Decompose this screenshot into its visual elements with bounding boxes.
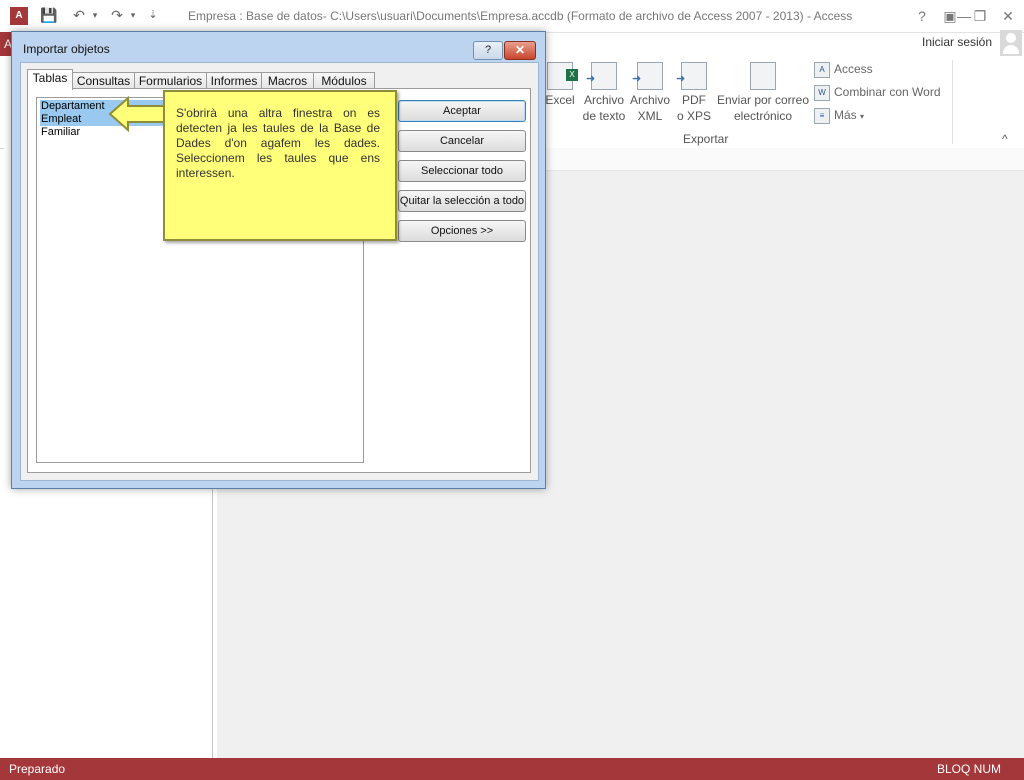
num-lock-indicator: BLOQ NUM <box>937 762 1002 776</box>
options-button[interactable]: Opciones >> <box>398 220 526 242</box>
status-text: Preparado <box>9 762 66 776</box>
export-email-label-2: electrónico <box>733 109 793 123</box>
dialog-title: Importar objetos <box>23 42 110 56</box>
tab-formularios[interactable]: Formularios <box>134 72 207 89</box>
dialog-close-button[interactable]: ✕ <box>504 41 536 60</box>
export-xml-label-1: Archivo <box>629 93 670 107</box>
text-file-icon: ➜ <box>586 62 617 90</box>
ribbon-separator <box>952 60 953 144</box>
export-text-label-1: Archivo <box>583 93 624 107</box>
access-logo-icon: A <box>10 7 28 25</box>
close-window-button[interactable]: ✕ <box>994 4 1022 28</box>
word-merge-icon: W <box>814 85 830 101</box>
redo-dropdown-icon[interactable]: ▾ <box>124 6 142 24</box>
export-group-label: Exportar <box>683 132 729 146</box>
access-db-icon: A <box>814 62 830 78</box>
deselect-all-button[interactable]: Quitar la selección a todo <box>398 190 526 212</box>
export-access-label: Access <box>834 62 873 77</box>
export-pdf-label-2: o XPS <box>676 109 712 123</box>
select-all-button[interactable]: Seleccionar todo <box>398 160 526 182</box>
accept-button[interactable]: Aceptar <box>398 100 526 122</box>
export-excel-label: Excel <box>545 93 575 107</box>
export-text-label-2: de texto <box>582 109 626 123</box>
export-text-file-button[interactable]: ➜ Archivo de texto <box>580 62 628 124</box>
pdf-icon: ➜ <box>676 62 707 90</box>
tab-consultas[interactable]: Consultas <box>72 72 135 89</box>
callout-arrow-icon <box>108 96 167 132</box>
export-access-button[interactable]: A Access <box>814 62 873 78</box>
signin-link[interactable]: Iniciar sesión <box>922 35 992 49</box>
collapse-ribbon-icon[interactable]: ^ <box>1002 132 1008 146</box>
avatar-body-icon <box>1003 45 1019 54</box>
tab-macros[interactable]: Macros <box>261 72 314 89</box>
more-dropdown-icon: ▾ <box>860 112 865 122</box>
cancel-button[interactable]: Cancelar <box>398 130 526 152</box>
tab-informes[interactable]: Informes <box>206 72 262 89</box>
export-email-button[interactable]: Enviar por correo electrónico <box>716 62 810 124</box>
more-label: Más <box>834 108 857 123</box>
merge-word-label: Combinar con Word <box>834 85 941 100</box>
export-excel-button[interactable]: X Excel <box>540 62 580 108</box>
help-button[interactable]: ? <box>908 4 936 28</box>
avatar-head-icon <box>1006 33 1016 43</box>
excel-icon: X <box>547 62 578 90</box>
export-xml-button[interactable]: ➜ Archivo XML <box>628 62 672 124</box>
tutorial-callout: S'obrirà una altra finestra on es detect… <box>163 90 397 241</box>
email-attachment-icon <box>750 62 776 90</box>
xml-file-icon: ➜ <box>632 62 663 90</box>
export-xml-label-2: XML <box>637 109 663 123</box>
window-title: Empresa : Base de datos- C:\Users\usuari… <box>188 9 853 23</box>
callout-text: S'obrirà una altra finestra on es detect… <box>176 106 380 180</box>
export-pdf-label-1: PDF <box>682 93 706 107</box>
more-icon: ≡ <box>814 108 830 124</box>
merge-word-button[interactable]: W Combinar con Word <box>814 85 941 101</box>
more-export-button[interactable]: ≡ Más ▾ <box>814 108 864 124</box>
restore-button[interactable]: ❐ <box>966 4 994 28</box>
status-bar: Preparado BLOQ NUM <box>0 758 1024 780</box>
dialog-help-button[interactable]: ? <box>473 41 503 60</box>
export-pdf-button[interactable]: ➜ PDF o XPS <box>674 62 714 124</box>
save-icon[interactable]: 💾 <box>40 6 58 24</box>
tab-tablas[interactable]: Tablas <box>27 69 73 90</box>
export-email-label-1: Enviar por correo <box>716 93 810 107</box>
tab-modulos[interactable]: Módulos <box>313 72 375 89</box>
undo-dropdown-icon[interactable]: ▾ <box>86 6 104 24</box>
customize-toolbar-icon[interactable]: ⇣ <box>144 6 162 24</box>
